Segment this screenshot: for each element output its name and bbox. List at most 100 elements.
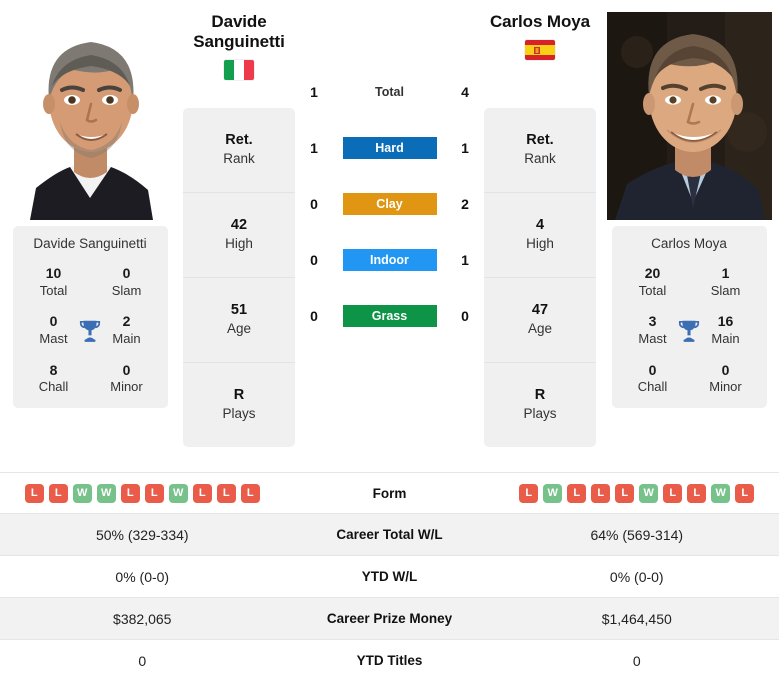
right-player-card-name: Carlos Moya [651, 236, 727, 251]
titles-row: 10 Total 0 Slam [17, 265, 164, 299]
h2h-row-indoor: 0 Indoor 1 [298, 232, 481, 288]
stat-value: 42 [230, 217, 248, 234]
trophy-icon [678, 320, 700, 342]
form-badge-win: W [639, 483, 659, 503]
h2h-left-count: 0 [310, 308, 318, 324]
titles-value: 0 [721, 361, 730, 378]
stat-label: Rank [524, 151, 556, 167]
right-player-titles-card: Carlos Moya 20 Total 1 Slam 3 Mast 16 Ma… [611, 226, 767, 409]
stat-cell-high: 42 High [183, 193, 295, 278]
right-player-photo [606, 12, 772, 220]
form-badge-loss: L [591, 483, 611, 503]
left-career-total-wl: 50% (329-334) [95, 526, 189, 543]
titles-value: 8 [49, 361, 58, 378]
right-career-total-wl: 64% (569-314) [590, 526, 684, 543]
stat-value: 4 [535, 217, 545, 234]
form-badge-win: W [168, 483, 188, 503]
table-row-ytd-wl: 0% (0-0) YTD W/L 0% (0-0) [0, 555, 779, 597]
stat-cell-rank: Ret. Rank [484, 108, 596, 193]
h2h-right-count: 1 [461, 140, 469, 156]
h2h-row-clay: 0 Clay 2 [298, 176, 481, 232]
h2h-left-count: 0 [310, 196, 318, 212]
stat-label: Plays [523, 406, 557, 422]
right-player-name-block: Carlos Moya [481, 12, 599, 108]
titles-label: Mast [39, 330, 68, 346]
head-to-head-column: 1 Total 4 1 Hard 1 0 Clay 2 0 Indoor 1 0… [298, 0, 481, 344]
left-player-name-line2: Sanguinetti [193, 32, 285, 52]
titles-cell-chall: 0 Chall [622, 362, 684, 396]
h2h-left-count: 1 [310, 140, 318, 156]
right-form-cell: LWLLLWLLWL [495, 483, 779, 503]
stat-value: R [233, 387, 245, 404]
stat-label: High [225, 236, 253, 252]
right-player-stats-column: Carlos Moya Ret. Rank 4 High 47 Age R Pl… [481, 0, 599, 447]
h2h-right-count: 4 [461, 84, 469, 100]
titles-value: 0 [122, 265, 131, 281]
titles-cell-mast: 0 Mast [23, 313, 85, 347]
titles-label: Slam [111, 282, 142, 298]
form-badge-loss: L [48, 483, 68, 503]
h2h-label-wrap: Hard [330, 137, 449, 159]
it-flag-icon [224, 60, 254, 81]
form-badge-loss: L [144, 483, 164, 503]
h2h-surface-badge-grass: Grass [342, 305, 437, 327]
titles-label: Chall [637, 379, 668, 395]
right-player-name: Carlos Moya [490, 12, 590, 31]
titles-value: 2 [122, 313, 131, 330]
titles-label: Minor [110, 379, 143, 395]
stat-cell-plays: R Plays [183, 363, 295, 447]
comparison-table: LLWWLLWLLL Form LWLLLWLLWL 50% (329-334)… [0, 472, 779, 681]
table-row-label-ytd-titles: YTD Titles [356, 653, 423, 668]
left-player-name-line1: Davide [211, 12, 267, 31]
stat-value: Ret. [225, 132, 253, 149]
h2h-surface-badge-hard: Hard [342, 137, 437, 159]
h2h-left-count: 0 [310, 252, 318, 268]
left-player-titles-card: Davide Sanguinetti 10 Total 0 Slam 0 Mas… [12, 226, 168, 409]
right-ytd-titles: 0 [632, 652, 641, 669]
table-row-label-career-total-wl: Career Total W/L [336, 527, 443, 542]
right-ytd-wl: 0% (0-0) [609, 568, 664, 585]
left-player-stat-card: Ret. Rank 42 High 51 Age R Plays [183, 108, 295, 447]
form-badge-loss: L [192, 483, 212, 503]
h2h-left-count: 1 [310, 84, 318, 100]
form-badge-loss: L [567, 483, 587, 503]
titles-value: 10 [45, 265, 62, 281]
form-badge-loss: L [663, 483, 683, 503]
titles-value: 0 [122, 361, 131, 378]
stat-value: R [534, 387, 546, 404]
titles-value: 0 [49, 313, 58, 330]
form-badge-loss: L [687, 483, 707, 503]
titles-cell-chall: 8 Chall [23, 362, 85, 396]
h2h-surface-badge-clay: Clay [342, 193, 437, 215]
left-player-photo [7, 12, 173, 220]
h2h-right-count: 2 [461, 196, 469, 212]
titles-row: 0 Mast 2 Main [17, 313, 164, 347]
titles-cell-mast: 3 Mast [622, 313, 684, 347]
titles-cell-total: 20 Total [622, 265, 684, 299]
titles-value: 1 [721, 265, 730, 281]
titles-row: 3 Mast 16 Main [616, 313, 763, 347]
titles-label: Slam [710, 282, 741, 298]
titles-cell-minor: 0 Minor [695, 362, 757, 396]
right-career-prize-money: $1,464,450 [601, 610, 672, 627]
stat-label: Plays [222, 406, 256, 422]
h2h-row-total: 1 Total 4 [298, 64, 481, 120]
titles-value: 16 [717, 313, 734, 330]
h2h-row-grass: 0 Grass 0 [298, 288, 481, 344]
form-badge-loss: L [216, 483, 236, 503]
stat-value: 47 [531, 302, 549, 319]
left-player-stats-column: Davide Sanguinetti Ret. Rank 42 High 51 … [180, 0, 298, 447]
left-titles-grid: 10 Total 0 Slam 0 Mast 2 Main 8 Chall 0 … [17, 265, 164, 396]
h2h-row-hard: 1 Hard 1 [298, 120, 481, 176]
right-player-photo-column: Carlos Moya 20 Total 1 Slam 3 Mast 16 Ma… [599, 0, 779, 409]
titles-label: Mast [638, 330, 667, 346]
form-badge-loss: L [615, 483, 635, 503]
titles-label: Main [711, 330, 740, 346]
left-ytd-titles: 0 [138, 652, 147, 669]
form-badge-win: W [543, 483, 563, 503]
h2h-label-wrap: Indoor [330, 249, 449, 271]
stat-cell-age: 51 Age [183, 278, 295, 363]
comparison-top-area: Davide Sanguinetti 10 Total 0 Slam 0 Mas… [0, 0, 779, 472]
stat-cell-plays: R Plays [484, 363, 596, 447]
stat-value: Ret. [526, 132, 554, 149]
